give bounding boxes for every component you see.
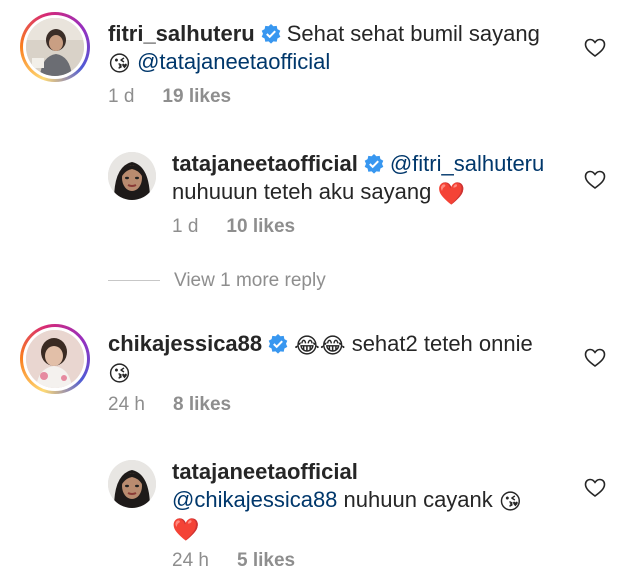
comment-text: nuhuuun teteh aku sayang <box>172 179 432 204</box>
mention-link[interactable]: @tatajaneetaofficial <box>137 49 330 74</box>
comment-text: Sehat sehat bumil sayang <box>286 21 540 46</box>
verified-badge-icon <box>364 154 384 174</box>
comment-username[interactable]: tatajaneetaofficial <box>172 151 358 176</box>
comment-username[interactable]: tatajaneetaofficial <box>172 459 358 484</box>
view-more-label[interactable]: View 1 more reply <box>174 270 326 291</box>
avatar[interactable] <box>108 152 156 200</box>
verified-badge-icon <box>261 24 281 44</box>
heart-outline-icon[interactable] <box>584 478 606 498</box>
story-ring[interactable] <box>20 12 90 82</box>
red-heart-emoji-icon: ❤️ <box>437 182 465 207</box>
comment-time[interactable]: 1 d <box>108 86 134 107</box>
mention-link[interactable]: @chikajessica88 <box>172 487 337 512</box>
heart-outline-icon[interactable] <box>584 38 606 58</box>
mention-link[interactable]: @fitri_salhuteru <box>390 151 544 176</box>
comment-time[interactable]: 24 h <box>172 550 209 571</box>
comment-likes[interactable]: 10 likes <box>226 216 295 237</box>
story-ring[interactable] <box>20 324 90 394</box>
red-heart-emoji-icon: ❤️ <box>172 518 200 543</box>
comment-time[interactable]: 1 d <box>172 216 198 237</box>
comment-text: nuhuun cayank <box>343 487 493 512</box>
avatar[interactable] <box>108 460 156 508</box>
comment-username[interactable]: chikajessica88 <box>108 331 262 356</box>
heart-outline-icon[interactable] <box>584 348 606 368</box>
heart-outline-icon[interactable] <box>584 170 606 190</box>
verified-badge-icon <box>268 334 288 354</box>
comment-likes[interactable]: 8 likes <box>173 394 231 415</box>
kiss-emoji-icon: 😘 <box>108 362 131 387</box>
comment-likes[interactable]: 19 likes <box>162 86 231 107</box>
comment-text: sehat2 teteh onnie <box>351 331 533 356</box>
avatar[interactable] <box>26 330 84 388</box>
view-more-replies-button[interactable]: View 1 more reply <box>108 270 326 292</box>
kiss-emoji-icon: 😘 <box>498 490 522 515</box>
comment-time[interactable]: 24 h <box>108 394 145 415</box>
divider-line <box>108 280 160 282</box>
comment-username[interactable]: fitri_salhuteru <box>108 21 255 46</box>
comment-likes[interactable]: 5 likes <box>237 550 295 571</box>
kiss-emoji-icon: 😘 <box>108 52 131 77</box>
avatar[interactable] <box>26 18 84 76</box>
laughing-emoji-icon: 😂😂 <box>294 334 346 359</box>
